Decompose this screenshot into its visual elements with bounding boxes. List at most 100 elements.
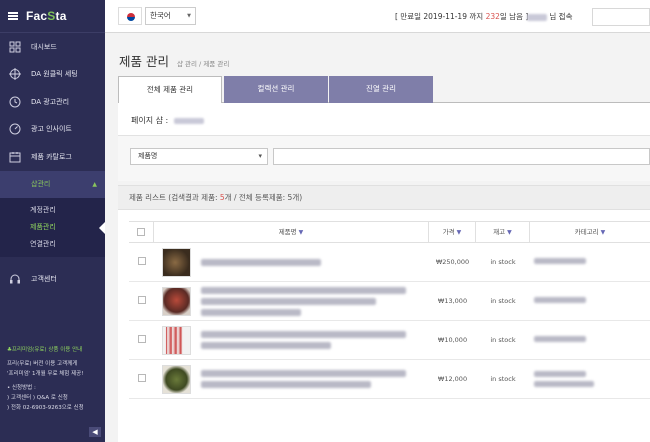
sidebar-item-da-oneclick[interactable]: DA 원클릭 세팅 — [0, 61, 105, 89]
row-checkbox[interactable] — [137, 374, 146, 382]
stock-cell: in stock — [490, 375, 516, 383]
select-all-checkbox[interactable] — [137, 228, 145, 236]
select-all-cell — [129, 222, 154, 242]
collapse-sidebar-button[interactable]: ◀ — [89, 427, 101, 437]
promo-line: • 신청방법 : — [7, 385, 36, 391]
sidebar-item-label: DA 광고관리 — [31, 97, 70, 106]
sidebar-item-label: 고객센터 — [31, 274, 57, 283]
sidebar-subitem-account[interactable]: 계정관리 — [0, 202, 105, 219]
table-row[interactable]: ₩12,000 in stock — [129, 360, 650, 399]
main-content: 제품 관리 샵 관리 / 제품 관리 전체 제품 관리 컬렉션 관리 진열 관리… — [105, 34, 650, 442]
search-input[interactable] — [273, 148, 650, 165]
expiration-notice: [ 만료일 2019-11-19 까지 232일 남음 ] — [395, 12, 529, 21]
product-thumbnail[interactable] — [162, 247, 191, 277]
promo-line: '프리미엄' 1개월 무료 체험 제공! — [7, 371, 84, 377]
blurred-product-name — [201, 381, 372, 388]
row-checkbox[interactable] — [137, 257, 146, 265]
stock-cell: in stock — [490, 258, 516, 266]
stock-cell: in stock — [490, 297, 516, 305]
caret-up-icon: ▲ — [92, 180, 97, 188]
price-cell: ₩10,000 — [437, 336, 468, 344]
sidebar-item-shop[interactable]: 샵관리 ▲ — [0, 170, 105, 198]
table-row[interactable]: ₩250,000 in stock — [129, 243, 650, 282]
language-value: 한국어 — [150, 11, 171, 20]
sidebar-item-catalog[interactable]: 제품 카탈로그 — [0, 143, 105, 171]
crosshair-icon — [8, 68, 21, 81]
blurred-category — [534, 258, 586, 264]
sidebar-subitem-connection[interactable]: 연결관리 — [0, 236, 105, 253]
tab-display[interactable]: 진열 관리 — [329, 76, 433, 103]
column-header-price[interactable]: 가격 ▼ — [429, 222, 476, 242]
chevron-down-icon: ▾ — [258, 152, 262, 160]
blurred-shop-name — [173, 117, 204, 124]
sidebar-item-label: 제품 카탈로그 — [31, 152, 72, 161]
product-thumbnail[interactable] — [162, 364, 191, 394]
page-header: 제품 관리 샵 관리 / 제품 관리 — [119, 51, 229, 70]
column-header-category[interactable]: 카테고리 ▼ — [530, 222, 650, 242]
blurred-category — [534, 336, 586, 342]
product-list: 제품 리스트 (검색결과 제품: 5개 / 전체 등록제품: 5개) 제품명 ▼ … — [118, 185, 650, 442]
tab-collections[interactable]: 컬렉션 관리 — [224, 76, 328, 103]
sort-down-icon: ▼ — [600, 229, 606, 236]
blurred-product-name[interactable] — [201, 331, 407, 338]
sidebar-item-label: 광고 인사이트 — [31, 125, 72, 134]
column-header-name[interactable]: 제품명 ▼ — [154, 222, 429, 242]
page-title: 제품 관리 — [119, 54, 169, 69]
tab-all-products[interactable]: 전체 제품 관리 — [118, 76, 222, 104]
blurred-product-name[interactable] — [201, 370, 407, 377]
logo-bar: FacSta — [0, 0, 105, 33]
blank-icon — [8, 178, 21, 191]
product-thumbnail[interactable] — [162, 286, 191, 316]
clock-icon — [8, 95, 21, 108]
product-list-header: 제품 리스트 (검색결과 제품: 5개 / 전체 등록제품: 5개) — [118, 186, 650, 210]
table-header: 제품명 ▼ 가격 ▼ 재고 ▼ 카테고리 ▼ — [129, 221, 650, 243]
language-select[interactable]: 한국어 ▼ — [145, 7, 196, 25]
sidebar-item-support[interactable]: 고객센터 — [0, 265, 105, 293]
blurred-product-name[interactable] — [201, 258, 322, 266]
premium-promo: ♣프리미엄(유료) 상품 이용 안내 프리(무료) 버전 이용 고객께게 '프리… — [0, 345, 105, 413]
sidebar: FacSta 대시보드 DA 원클릭 세팅 DA 광고관리 광고 인사이트 제품… — [0, 0, 105, 442]
blurred-product-name — [201, 342, 332, 349]
search-field-select[interactable]: 제품명 ▾ — [130, 148, 268, 165]
blurred-category — [534, 381, 594, 387]
stock-cell: in stock — [490, 336, 516, 344]
app-logo[interactable]: FacSta — [26, 9, 67, 23]
sidebar-submenu: 계정관리 제품관리 연결관리 — [0, 198, 105, 257]
promo-line[interactable]: ) 고객센터 ) Q&A 로 신청 — [7, 393, 98, 403]
hamburger-menu-icon[interactable] — [8, 12, 18, 20]
blurred-product-name — [201, 297, 377, 305]
price-cell: ₩250,000 — [435, 258, 470, 266]
blurred-category — [534, 371, 586, 377]
headset-icon — [8, 272, 21, 285]
top-search-box[interactable] — [592, 8, 650, 26]
calendar-icon — [8, 150, 21, 163]
sidebar-item-label: DA 원클릭 세팅 — [31, 70, 78, 79]
sidebar-item-dashboard[interactable]: 대시보드 — [0, 33, 105, 61]
select-value: 제품명 — [138, 152, 158, 160]
row-checkbox[interactable] — [137, 296, 146, 304]
sidebar-item-da-ads[interactable]: DA 광고관리 — [0, 88, 105, 116]
blurred-product-name[interactable] — [201, 286, 407, 294]
gauge-icon — [8, 123, 21, 136]
blurred-username — [527, 13, 547, 21]
sidebar-item-insight[interactable]: 광고 인사이트 — [0, 116, 105, 144]
column-header-stock[interactable]: 재고 ▼ — [476, 222, 530, 242]
sort-down-icon: ▼ — [507, 229, 512, 236]
price-cell: ₩13,000 — [437, 297, 468, 305]
table-row[interactable]: ₩13,000 in stock — [129, 282, 650, 321]
promo-title: ♣프리미엄(유료) 상품 이용 안내 — [7, 347, 83, 353]
product-thumbnail[interactable] — [162, 325, 191, 355]
row-checkbox[interactable] — [137, 335, 146, 343]
table-row[interactable]: ₩10,000 in stock — [129, 321, 650, 360]
filter-bar: 제품명 ▾ — [118, 135, 650, 181]
sidebar-item-label: 샵관리 — [31, 180, 51, 189]
shop-info-panel: 페이지 샵 : — [118, 103, 650, 135]
sidebar-item-label: 대시보드 — [31, 42, 57, 51]
korea-flag-icon — [118, 7, 142, 25]
shop-label: 페이지 샵 : — [131, 115, 204, 126]
tab-bar: 전체 제품 관리 컬렉션 관리 진열 관리 — [118, 76, 650, 104]
blurred-category — [534, 297, 586, 303]
sidebar-subitem-product[interactable]: 제품관리 — [0, 219, 105, 236]
promo-line: ) 전화 02-6903-9263으로 신청 — [7, 405, 84, 411]
sort-down-icon: ▼ — [298, 229, 304, 236]
